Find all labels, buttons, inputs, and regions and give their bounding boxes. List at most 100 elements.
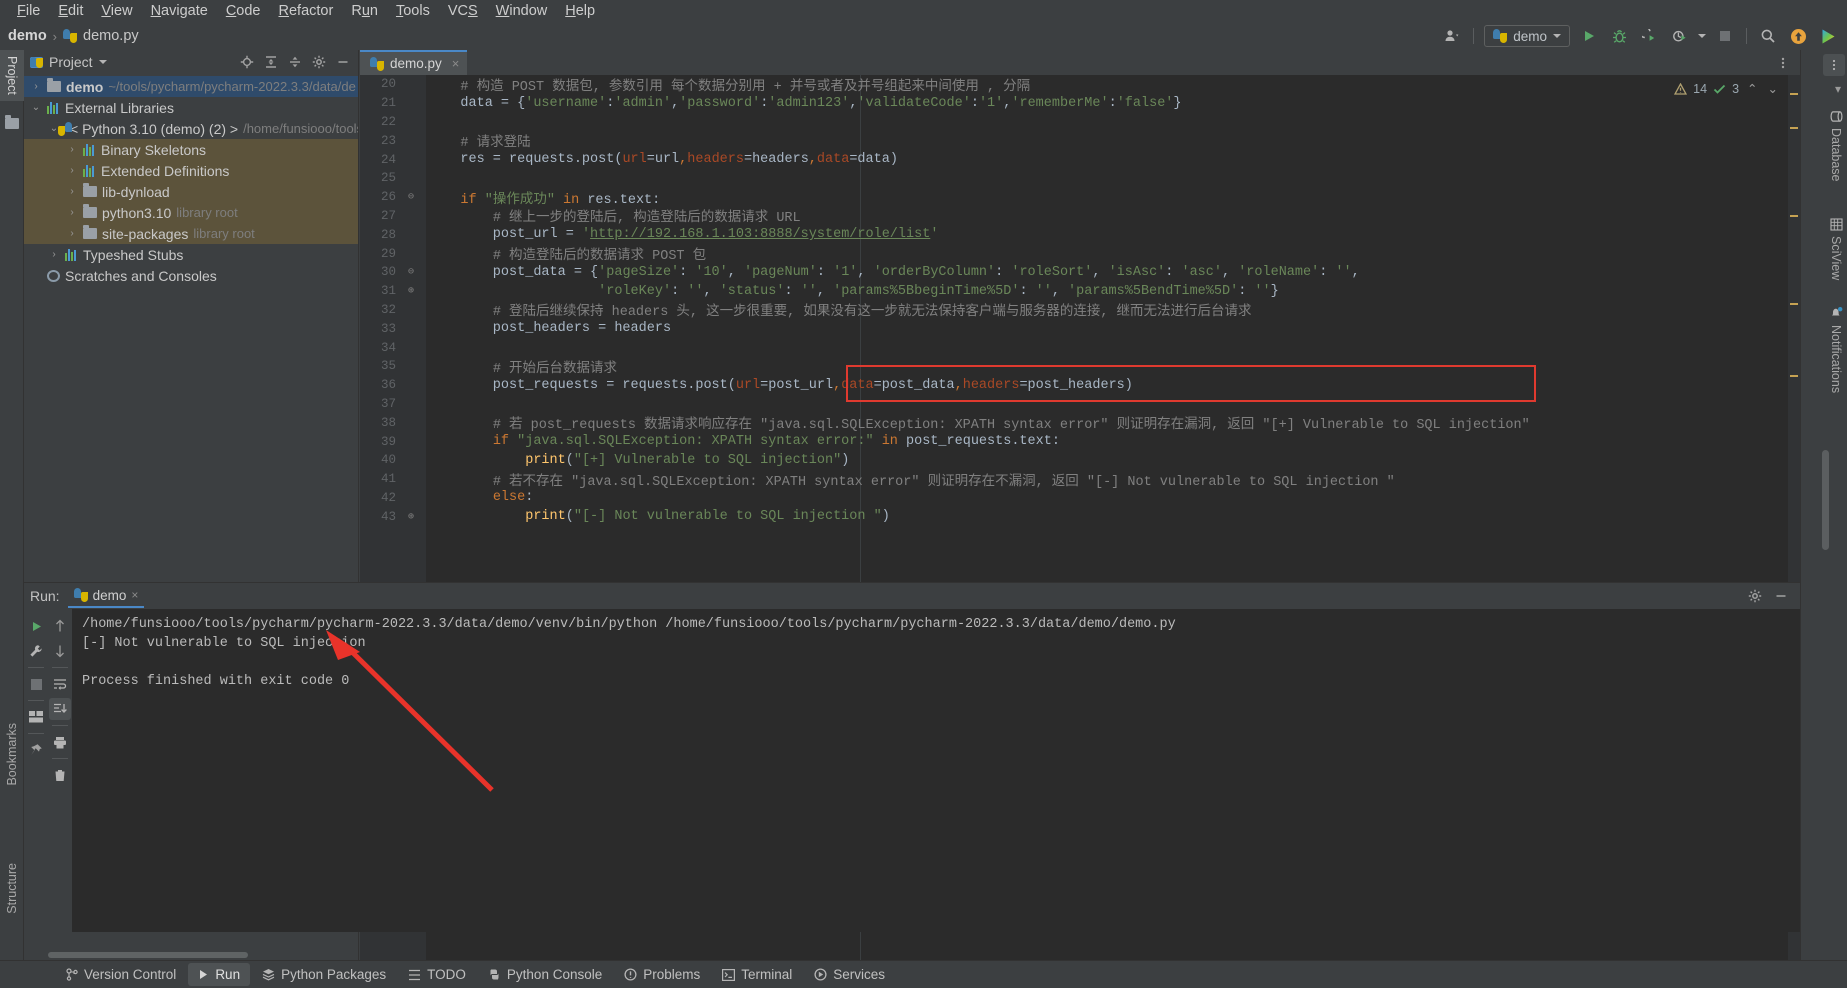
status-tab-python-console[interactable]: Python Console — [478, 963, 612, 986]
up-icon[interactable] — [49, 615, 71, 637]
code-line[interactable]: 28 post_url = 'http://192.168.1.103:8888… — [360, 225, 1800, 244]
rerun-icon[interactable] — [25, 615, 47, 637]
tree-node-demo[interactable]: › demo ~/tools/pycharm/pycharm-2022.3.3/da… — [24, 76, 358, 97]
menu-item-file[interactable]: File — [8, 0, 49, 22]
editor-scrollbar-thumb[interactable] — [1822, 450, 1829, 550]
menu-item-edit[interactable]: Edit — [49, 0, 92, 22]
run-tab-demo[interactable]: demo × — [67, 585, 145, 608]
settings-icon[interactable] — [1746, 587, 1764, 605]
code-line[interactable]: 25 — [360, 169, 1800, 188]
code-line[interactable]: 42 else: — [360, 489, 1800, 508]
collapse-all-icon[interactable] — [286, 53, 304, 71]
code-line[interactable]: 34 — [360, 338, 1800, 357]
code-line[interactable]: 27 # 继上一步的登陆后, 构造登陆后的数据请求 URL — [360, 207, 1800, 227]
tree-node-external-libraries[interactable]: ⌄ External Libraries — [24, 97, 358, 118]
update-icon[interactable] — [1787, 25, 1809, 47]
hide-icon[interactable] — [1772, 587, 1790, 605]
sidebar-item-database[interactable]: Database — [1827, 102, 1845, 190]
next-problem-icon[interactable]: ⌄ — [1766, 81, 1780, 96]
profile-chevron-down-icon[interactable] — [1698, 34, 1706, 38]
code-line[interactable]: 30 ⊖ post_data = {'pageSize': '10', 'page… — [360, 263, 1800, 282]
down-icon[interactable] — [49, 640, 71, 662]
breadcrumb-file[interactable]: demo.py — [83, 28, 139, 44]
account-icon[interactable] — [1441, 25, 1463, 47]
fold-marker[interactable]: ⊖ — [404, 266, 418, 278]
code-line[interactable]: 21 data = {'username':'admin','password'… — [360, 94, 1800, 113]
tree-node-extended-definitions[interactable]: › Extended Definitions — [24, 160, 358, 181]
inspection-widget[interactable]: 14 3 ⌃ ⌄ — [1674, 81, 1780, 96]
close-icon[interactable]: × — [131, 588, 138, 602]
expand-all-icon[interactable] — [262, 53, 280, 71]
run-icon[interactable] — [1578, 25, 1600, 47]
code-line[interactable]: 26 ⊖ if "操作成功" in res.text: — [360, 188, 1800, 208]
collapse-icon[interactable]: ▾ — [1835, 82, 1841, 96]
code-line[interactable]: 43 ⊕ print("[-] Not vulnerable to SQL inj… — [360, 507, 1800, 526]
settings-icon[interactable] — [310, 53, 328, 71]
pin-icon[interactable] — [25, 739, 47, 761]
previous-problem-icon[interactable]: ⌃ — [1745, 81, 1759, 96]
project-horizontal-scrollbar[interactable] — [48, 952, 248, 958]
clear-all-icon[interactable] — [49, 764, 71, 786]
layout-icon[interactable] — [25, 706, 47, 728]
code-line[interactable]: 40 print("[+] Vulnerable to SQL injectio… — [360, 451, 1800, 470]
tree-node-python3-10[interactable]: › python3.10 library root — [24, 202, 358, 223]
menu-item-run[interactable]: Run — [342, 0, 387, 22]
menu-item-code[interactable]: Code — [217, 0, 270, 22]
settings-icon[interactable] — [25, 640, 47, 662]
status-tab-services[interactable]: Services — [804, 963, 895, 986]
chevron-right-icon[interactable]: › — [66, 165, 78, 176]
status-tab-problems[interactable]: Problems — [614, 963, 710, 986]
code-line[interactable]: 29 # 构造登陆后的数据请求 POST 包 — [360, 244, 1800, 265]
debug-icon[interactable] — [1608, 25, 1630, 47]
sidebar-item-notifications[interactable]: Notifications — [1827, 298, 1845, 401]
menu-item-window[interactable]: Window — [487, 0, 557, 22]
tree-node-scratches-and-consoles[interactable]: Scratches and Consoles — [24, 265, 358, 286]
sidebar-item-project-files[interactable] — [0, 112, 24, 135]
status-tab-run[interactable]: Run — [188, 963, 251, 986]
menu-item-refactor[interactable]: Refactor — [270, 0, 343, 22]
tree-node-binary-skeletons[interactable]: › Binary Skeletons — [24, 139, 358, 160]
soft-wrap-icon[interactable] — [49, 673, 71, 695]
tree-node-site-packages[interactable]: › site-packages library root — [24, 223, 358, 244]
status-tab-todo[interactable]: TODO — [398, 963, 476, 986]
status-tab-version-control[interactable]: Version Control — [56, 963, 186, 986]
breadcrumb-project[interactable]: demo — [8, 28, 47, 44]
code-line[interactable]: 41 # 若不存在 "java.sql.SQLException: XPATH … — [360, 470, 1800, 490]
close-icon[interactable]: × — [452, 56, 460, 71]
chevron-right-icon[interactable]: › — [30, 81, 42, 92]
tree-node-typeshed-stubs[interactable]: › Typeshed Stubs — [24, 244, 358, 265]
ai-assistant-icon[interactable] — [1817, 25, 1839, 47]
code-line[interactable]: 23 # 请求登陆 — [360, 131, 1800, 152]
menu-item-help[interactable]: Help — [556, 0, 604, 22]
sidebar-item-sciview[interactable]: SciView — [1827, 210, 1845, 288]
status-tab-python-packages[interactable]: Python Packages — [252, 963, 396, 986]
code-line[interactable]: 24 res = requests.post(url=url,headers=h… — [360, 150, 1800, 169]
print-icon[interactable] — [49, 731, 71, 753]
hide-icon[interactable] — [334, 53, 352, 71]
menu-item-navigate[interactable]: Navigate — [142, 0, 217, 22]
code-line[interactable]: 31 ⊕ 'roleKey': '', 'status': '', 'params… — [360, 282, 1800, 301]
run-with-coverage-icon[interactable] — [1638, 25, 1660, 47]
scroll-to-end-icon[interactable] — [49, 698, 71, 720]
menu-item-tools[interactable]: Tools — [387, 0, 439, 22]
code-line[interactable]: 20 # 构造 POST 数据包, 参数引用 每个数据分别用 + 并号或者及并号… — [360, 75, 1800, 95]
code-line[interactable]: 39 if "java.sql.SQLException: XPATH synt… — [360, 432, 1800, 451]
code-line[interactable]: 33 post_headers = headers — [360, 319, 1800, 338]
more-tool-windows-icon[interactable] — [1823, 54, 1845, 76]
run-configuration-selector[interactable]: demo — [1484, 25, 1570, 47]
tree-node-python-3-10-demo-2[interactable]: ⌄ < Python 3.10 (demo) (2) >/home/funsioo… — [24, 118, 358, 139]
sidebar-item-project[interactable]: Project — [0, 50, 24, 101]
code-line[interactable]: 38 # 若 post_requests 数据请求响应存在 "java.sql.… — [360, 413, 1800, 434]
menu-item-view[interactable]: View — [92, 0, 141, 22]
code-line[interactable]: 32 # 登陆后继续保持 headers 头, 这一步很重要, 如果没有这一步就… — [360, 301, 1800, 321]
code-line[interactable]: 22 — [360, 113, 1800, 132]
console-output[interactable]: /home/funsiooo/tools/pycharm/pycharm-202… — [72, 609, 1800, 932]
fold-marker[interactable]: ⊖ — [404, 191, 418, 203]
chevron-right-icon[interactable]: › — [66, 144, 78, 155]
profile-icon[interactable] — [1668, 25, 1690, 47]
chevron-right-icon[interactable]: › — [66, 228, 78, 239]
locate-icon[interactable] — [238, 53, 256, 71]
more-options-icon[interactable] — [1774, 54, 1792, 72]
chevron-right-icon[interactable]: › — [66, 207, 78, 218]
code-line[interactable]: 37 — [360, 395, 1800, 414]
